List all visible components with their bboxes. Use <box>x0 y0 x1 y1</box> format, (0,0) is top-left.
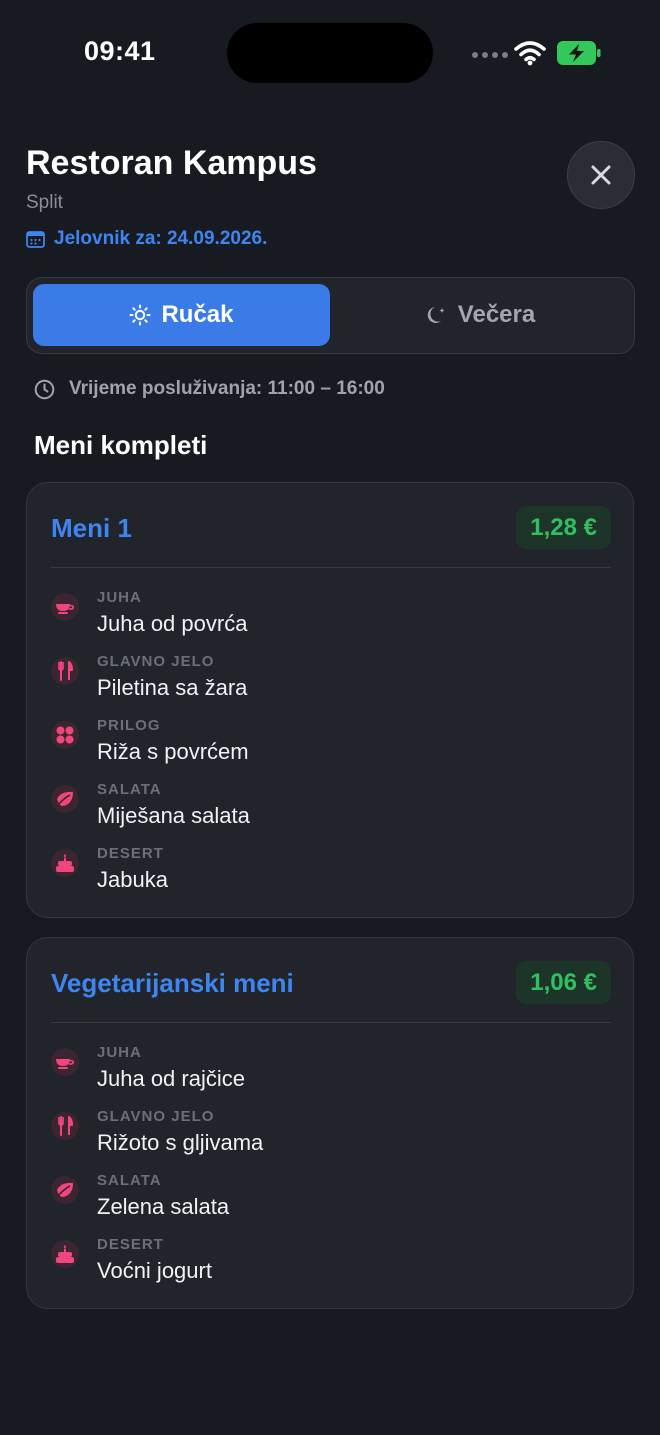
list-item: DESERT Voćni jogurt <box>49 1234 611 1298</box>
status-bar: 09:41 <box>0 0 660 100</box>
grains-icon <box>51 721 79 749</box>
list-item: GLAVNO JELO Rižoto s gljivama <box>49 1106 611 1170</box>
divider <box>51 1022 611 1023</box>
soup-bowl-icon <box>51 593 79 621</box>
item-dish: Zelena salata <box>97 1194 230 1219</box>
fork-knife-icon <box>51 1112 79 1140</box>
tab-lunch-label: Ručak <box>161 301 234 328</box>
list-item: JUHA Juha od rajčice <box>49 1042 611 1106</box>
list-item: GLAVNO JELO Piletina sa žara <box>49 651 611 715</box>
price-badge: 1,28 € <box>516 506 611 549</box>
menu-name: Meni 1 <box>51 513 132 543</box>
item-dish: Rižoto s gljivama <box>97 1130 264 1155</box>
item-dish: Miješana salata <box>97 803 250 828</box>
item-dish: Riža s povrćem <box>97 739 249 764</box>
item-category: JUHA <box>97 589 142 606</box>
menu-name: Vegetarijanski meni <box>51 968 294 998</box>
signal-icon <box>472 52 508 58</box>
serving-time-row: Vrijeme posluživanja: 11:00 – 16:00 <box>34 378 385 400</box>
item-dish: Piletina sa žara <box>97 675 248 700</box>
divider <box>51 567 611 568</box>
close-button[interactable] <box>567 141 635 209</box>
battery-charging-icon <box>557 41 601 65</box>
menu-date-row: Jelovnik za: 24.09.2026. <box>26 228 267 250</box>
wifi-icon <box>514 41 546 66</box>
menu-screen: 09:41 Restoran Kampus Split Jelovnik za:… <box>0 0 660 1435</box>
list-item: SALATA Zelena salata <box>49 1170 611 1234</box>
meal-segmented-control: Ručak Večera <box>26 277 635 354</box>
menu-items: JUHA Juha od povrća GLAVNO JELO Piletina… <box>49 587 611 907</box>
menu-date: Jelovnik za: 24.09.2026. <box>54 228 268 249</box>
section-title: Meni kompleti <box>34 430 208 460</box>
calendar-icon <box>26 231 45 248</box>
dynamic-island <box>227 23 433 83</box>
item-category: DESERT <box>97 845 164 862</box>
soup-bowl-icon <box>51 1048 79 1076</box>
sun-icon <box>129 304 151 326</box>
item-dish: Jabuka <box>97 867 168 892</box>
price-badge: 1,06 € <box>516 961 611 1004</box>
item-dish: Voćni jogurt <box>97 1258 212 1283</box>
item-category: PRILOG <box>97 717 161 734</box>
menu-card[interactable]: Meni 1 1,28 € JUHA Juha od povrća GLAVNO… <box>26 482 634 918</box>
item-dish: Juha od povrća <box>97 611 248 636</box>
item-category: GLAVNO JELO <box>97 653 215 670</box>
fork-knife-icon <box>51 657 79 685</box>
tab-lunch[interactable]: Ručak <box>33 284 330 346</box>
restaurant-city: Split <box>26 192 63 213</box>
status-time: 09:41 <box>84 36 156 66</box>
cake-icon <box>51 849 79 877</box>
item-category: GLAVNO JELO <box>97 1108 215 1125</box>
item-category: SALATA <box>97 1172 162 1189</box>
item-category: SALATA <box>97 781 162 798</box>
close-icon <box>591 165 611 185</box>
list-item: PRILOG Riža s povrćem <box>49 715 611 779</box>
cake-icon <box>51 1240 79 1268</box>
list-item: DESERT Jabuka <box>49 843 611 907</box>
moon-icon <box>427 307 445 323</box>
item-category: DESERT <box>97 1236 164 1253</box>
item-category: JUHA <box>97 1044 142 1061</box>
restaurant-title: Restoran Kampus <box>26 144 317 182</box>
serving-time: Vrijeme posluživanja: 11:00 – 16:00 <box>69 378 385 399</box>
menu-items: JUHA Juha od rajčice GLAVNO JELO Rižoto … <box>49 1042 611 1298</box>
clock-icon <box>34 379 55 399</box>
menu-card[interactable]: Vegetarijanski meni 1,06 € JUHA Juha od … <box>26 937 634 1309</box>
item-dish: Juha od rajčice <box>97 1066 245 1091</box>
tab-dinner-label: Večera <box>457 301 536 328</box>
leaf-icon <box>51 1176 79 1204</box>
list-item: SALATA Miješana salata <box>49 779 611 843</box>
list-item: JUHA Juha od povrća <box>49 587 611 651</box>
leaf-icon <box>51 785 79 813</box>
tab-dinner[interactable]: Večera <box>332 284 629 346</box>
